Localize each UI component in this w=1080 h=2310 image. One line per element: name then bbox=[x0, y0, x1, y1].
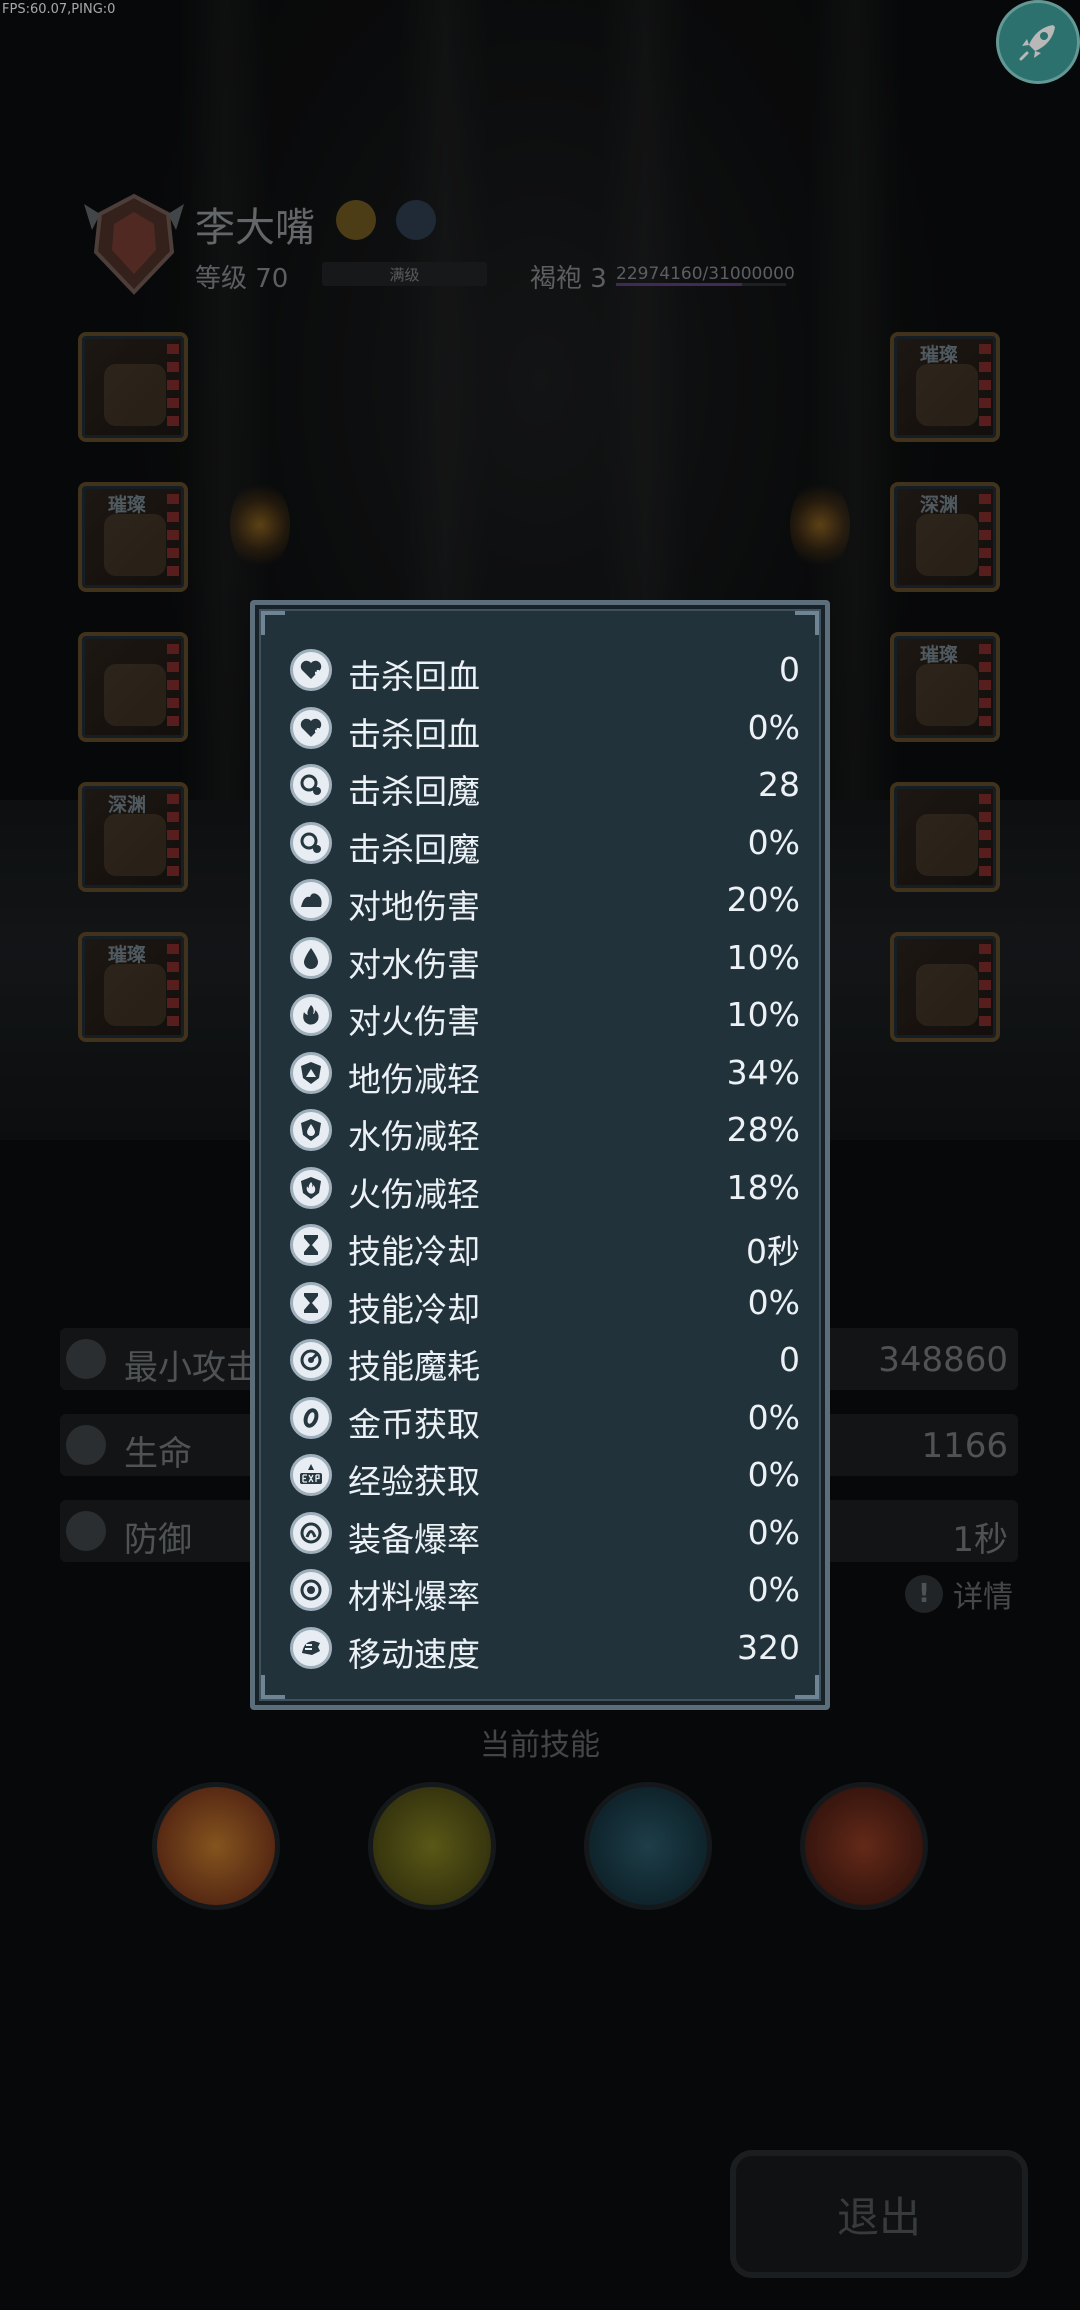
attribute-value: 0% bbox=[747, 822, 800, 862]
attribute-row: 击杀回魔 0% bbox=[290, 815, 800, 871]
panel-corner-ornament bbox=[795, 1675, 819, 1699]
attribute-name: 击杀回魔 bbox=[348, 829, 480, 869]
attribute-name: 对水伤害 bbox=[348, 944, 480, 984]
attribute-value: 28% bbox=[726, 1110, 800, 1149]
attribute-value: 0% bbox=[747, 707, 800, 747]
heart-plus-icon bbox=[290, 706, 332, 749]
attribute-row: 装备爆率 0% bbox=[290, 1505, 800, 1561]
attribute-row: 材料爆率 0% bbox=[290, 1562, 800, 1618]
attribute-row: 击杀回血 0% bbox=[290, 700, 800, 756]
attribute-value: 0% bbox=[747, 1397, 800, 1437]
attribute-value: 10% bbox=[726, 995, 800, 1034]
attribute-row: 击杀回魔 28 bbox=[290, 757, 800, 813]
attribute-name: 移动速度 bbox=[348, 1634, 480, 1674]
heart-plus-icon bbox=[290, 649, 332, 691]
attribute-value: 0% bbox=[747, 1455, 800, 1494]
attribute-row: 击杀回血 0 bbox=[290, 642, 800, 698]
hourglass-icon bbox=[290, 1281, 332, 1324]
attribute-row: 地伤减轻 34% bbox=[290, 1045, 800, 1101]
equipment-drop-icon bbox=[290, 1511, 332, 1554]
attribute-value: 28 bbox=[758, 765, 800, 804]
attribute-row: 技能魔耗 0 bbox=[290, 1332, 800, 1388]
flame-icon bbox=[290, 994, 332, 1036]
attribute-value: 0% bbox=[747, 1282, 800, 1322]
attribute-name: 对地伤害 bbox=[348, 887, 480, 926]
attribute-name: 材料爆率 bbox=[348, 1577, 480, 1616]
water-drop-icon bbox=[290, 936, 332, 979]
attribute-value: 0 bbox=[779, 1340, 800, 1379]
attribute-popup: 击杀回血 0 击杀回血 0% 击杀回魔 28 击杀回魔 0% 对地伤害 20% … bbox=[250, 600, 830, 1710]
attribute-value: 34% bbox=[726, 1052, 800, 1092]
attribute-name: 技能冷却 bbox=[348, 1289, 480, 1329]
exp-icon bbox=[290, 1454, 332, 1496]
water-shield-icon bbox=[290, 1109, 332, 1151]
attribute-row: 对水伤害 10% bbox=[290, 930, 800, 986]
attribute-value: 0% bbox=[747, 1570, 800, 1609]
earth-shield-icon bbox=[290, 1051, 332, 1094]
attribute-value: 0 bbox=[779, 650, 800, 689]
attribute-value: 20% bbox=[726, 880, 800, 919]
attribute-row: 对地伤害 20% bbox=[290, 872, 800, 928]
attribute-name: 对火伤害 bbox=[348, 1002, 480, 1041]
mana-orb-icon bbox=[290, 764, 332, 806]
attribute-value: 18% bbox=[726, 1167, 800, 1207]
speed-icon bbox=[290, 1626, 332, 1669]
attribute-name: 技能魔耗 bbox=[348, 1347, 480, 1386]
attribute-value: 320 bbox=[737, 1627, 800, 1667]
attribute-name: 水伤减轻 bbox=[348, 1117, 480, 1156]
attribute-row: 技能冷却 0秒 bbox=[290, 1217, 800, 1273]
attribute-row: 技能冷却 0% bbox=[290, 1275, 800, 1331]
attribute-name: 击杀回血 bbox=[348, 657, 480, 696]
attribute-value: 10% bbox=[726, 937, 800, 977]
attribute-row: 经验获取 0% bbox=[290, 1447, 800, 1503]
fire-shield-icon bbox=[290, 1166, 332, 1209]
attribute-name: 经验获取 bbox=[348, 1462, 480, 1501]
panel-corner-ornament bbox=[261, 1675, 285, 1699]
attribute-value: 0秒 bbox=[746, 1232, 800, 1271]
attribute-name: 金币获取 bbox=[348, 1404, 480, 1444]
panel-corner-ornament bbox=[795, 611, 819, 635]
attribute-name: 技能冷却 bbox=[348, 1232, 480, 1271]
attribute-row: 火伤减轻 18% bbox=[290, 1160, 800, 1216]
attribute-name: 击杀回血 bbox=[348, 714, 480, 754]
attribute-name: 装备爆率 bbox=[348, 1519, 480, 1559]
attribute-name: 击杀回魔 bbox=[348, 772, 480, 811]
attribute-row: 移动速度 320 bbox=[290, 1620, 800, 1676]
hourglass-icon bbox=[290, 1224, 332, 1266]
attribute-row: 水伤减轻 28% bbox=[290, 1102, 800, 1158]
attribute-name: 火伤减轻 bbox=[348, 1174, 480, 1214]
mana-orb-icon bbox=[290, 821, 332, 864]
attribute-value: 0% bbox=[747, 1512, 800, 1552]
panel-corner-ornament bbox=[261, 611, 285, 635]
material-drop-icon bbox=[290, 1569, 332, 1611]
attribute-name: 地伤减轻 bbox=[348, 1059, 480, 1099]
earth-icon bbox=[290, 879, 332, 921]
attribute-row: 金币获取 0% bbox=[290, 1390, 800, 1446]
attribute-row: 对火伤害 10% bbox=[290, 987, 800, 1043]
coin-icon bbox=[290, 1396, 332, 1439]
mana-cost-icon bbox=[290, 1339, 332, 1381]
